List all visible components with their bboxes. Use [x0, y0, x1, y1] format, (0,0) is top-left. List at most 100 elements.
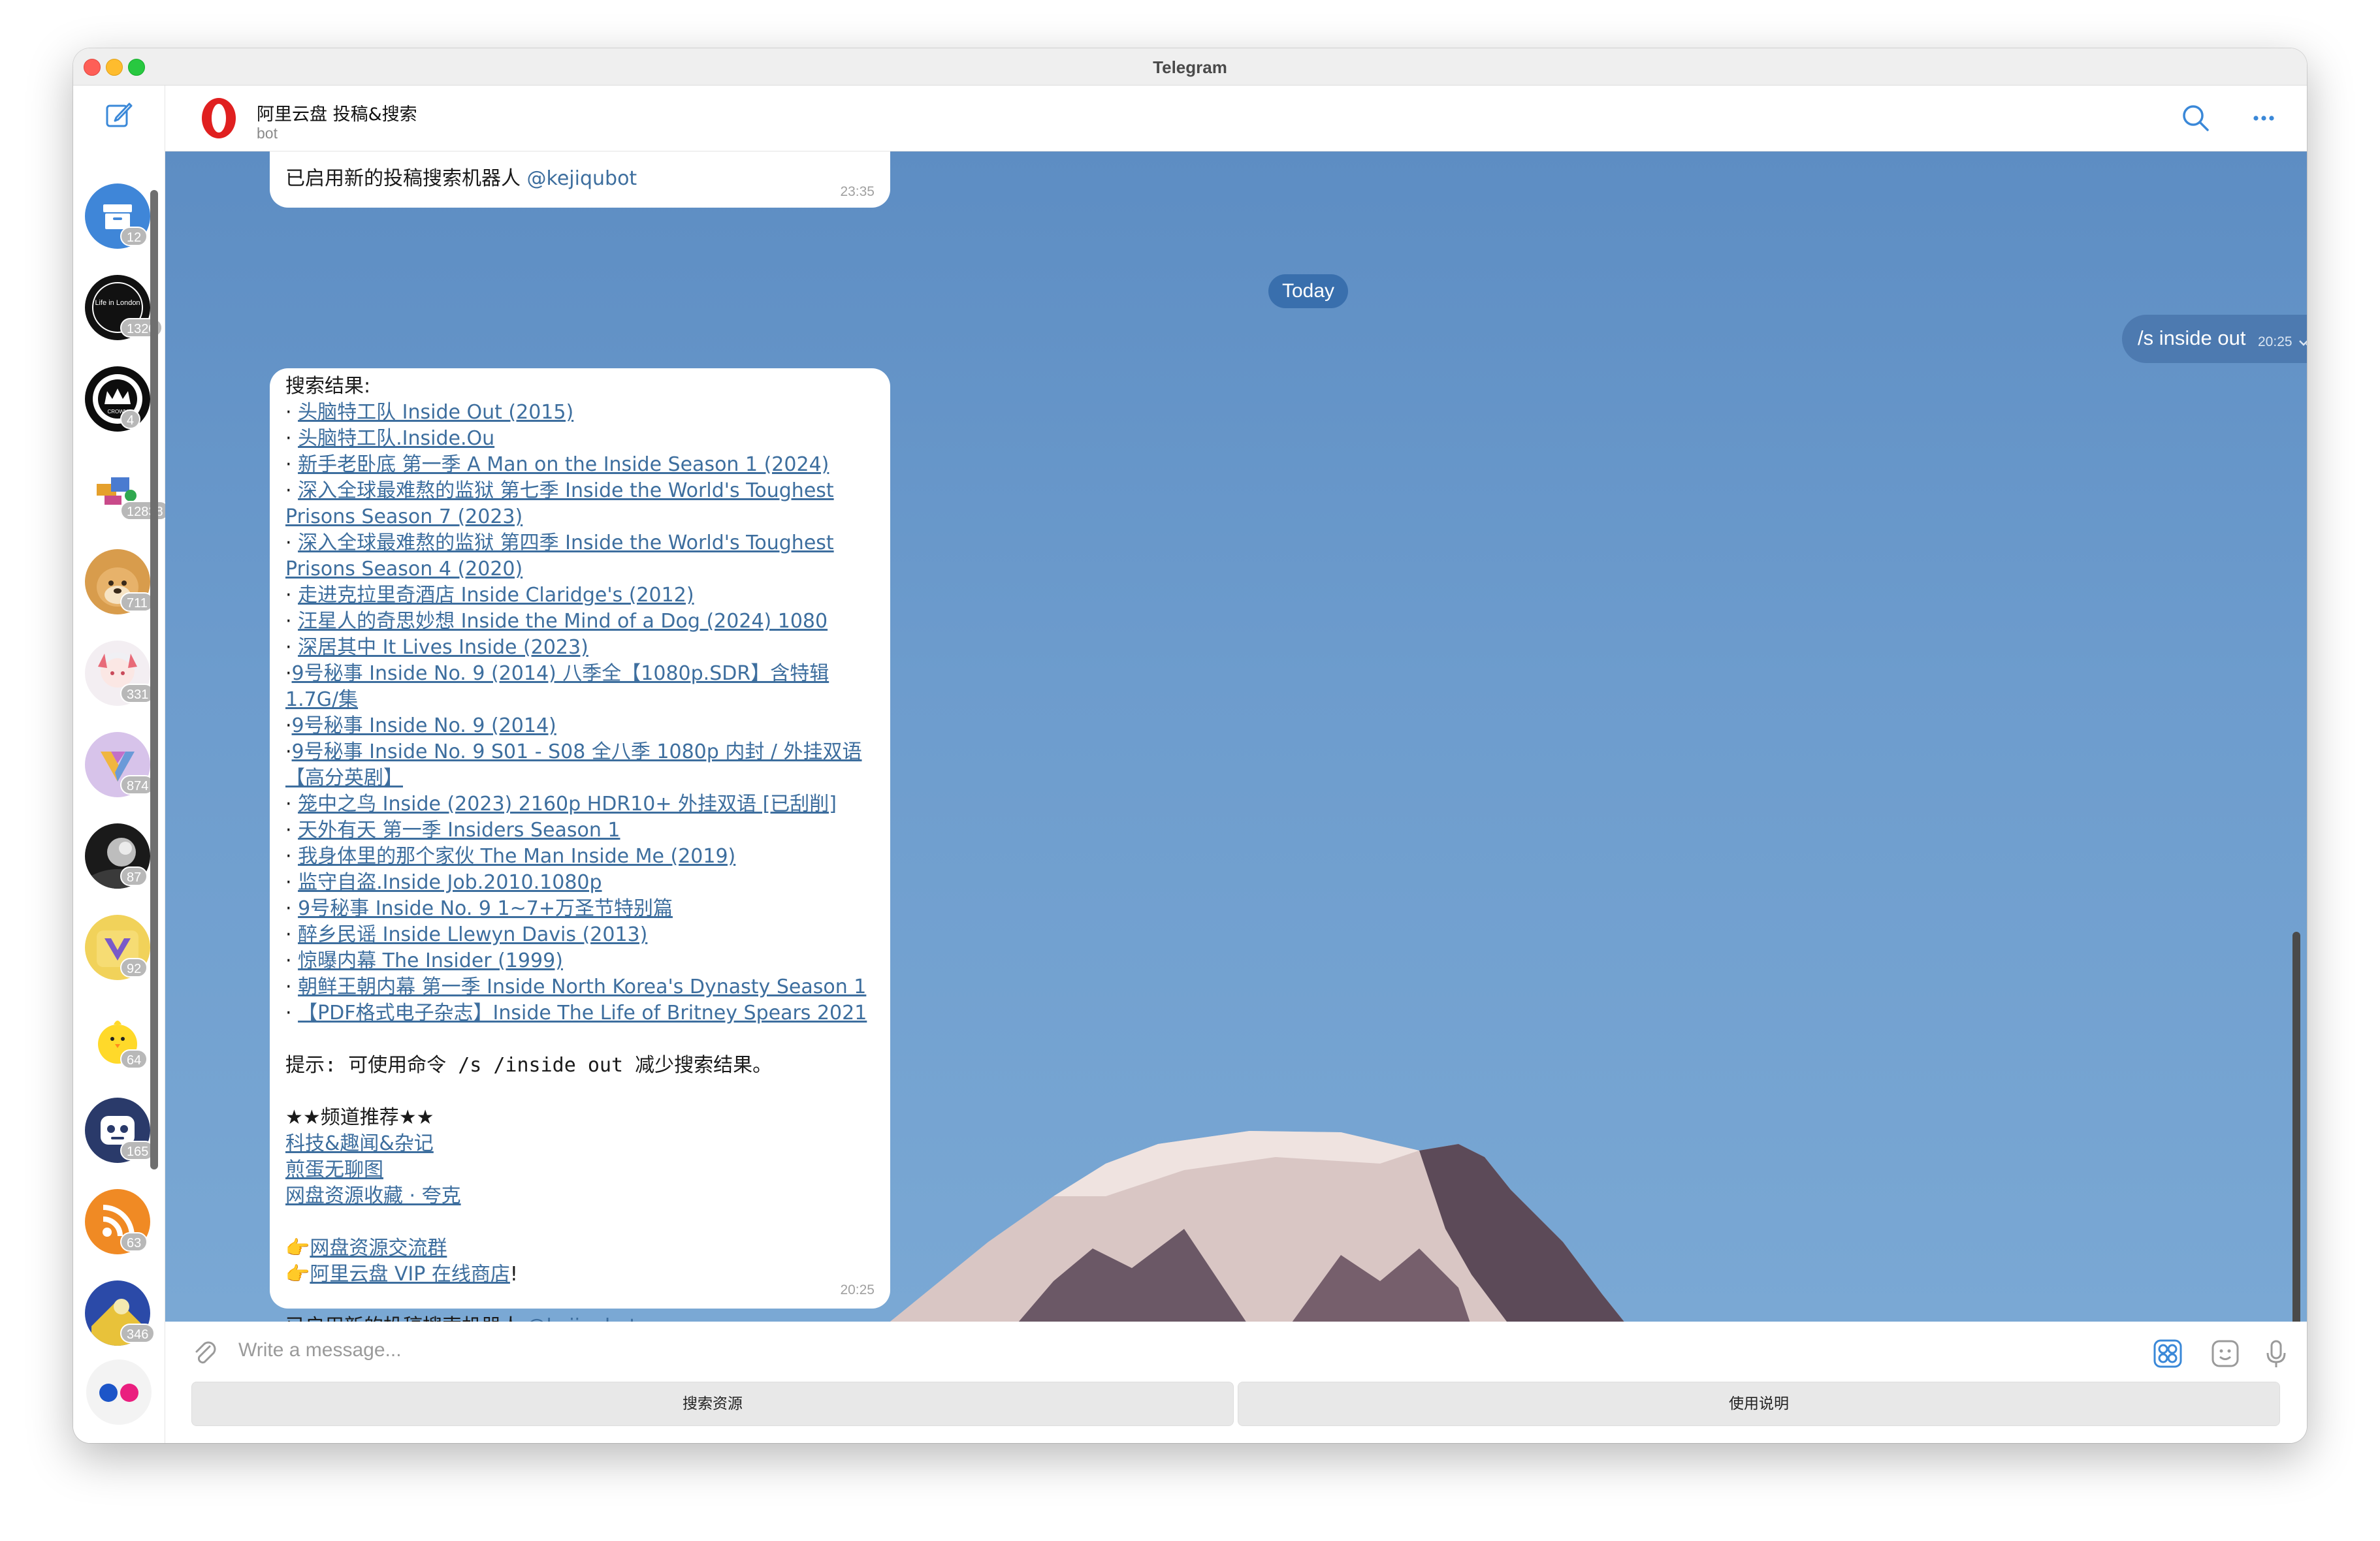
result-link[interactable]: 笼中之鸟 Inside (2023) 2160p HDR10+ 外挂双语 [已刮…	[298, 793, 837, 816]
bullet: ·	[285, 740, 292, 763]
keyboard-button-help[interactable]: 使用说明	[1238, 1382, 2280, 1426]
result-item: · 头脑特工队.Inside.Ou	[285, 426, 867, 452]
result-link[interactable]: 我身体里的那个家伙 The Man Inside Me (2019)	[298, 845, 735, 868]
more-options-icon[interactable]	[2247, 101, 2281, 135]
chat-title[interactable]: 阿里云盘 投稿&搜索	[257, 100, 417, 125]
result-link[interactable]: 9号秘事 Inside No. 9 (2014)	[292, 714, 556, 737]
result-item: · 头脑特工队 Inside Out (2015)	[285, 400, 867, 426]
unread-badge: 4	[120, 409, 141, 429]
chat-sidebar: 12 Life in London 1320 CROWN 4 12838 711…	[73, 86, 170, 1443]
search-results-bubble[interactable]: 搜索结果: · 头脑特工队 Inside Out (2015) · 头脑特工队.I…	[270, 368, 890, 1322]
promo-link[interactable]: 网盘资源交流群	[310, 1237, 447, 1260]
svg-text:Life in London: Life in London	[95, 299, 140, 307]
result-link[interactable]: 深入全球最难熬的监狱 第四季 Inside the World's Toughe…	[298, 532, 834, 554]
channel-link: 科技&趣闻&杂记	[285, 1132, 434, 1155]
result-link[interactable]: 【高分英剧】	[285, 767, 403, 789]
result-item-continuation: 1.7G/集	[285, 687, 867, 713]
chat-header: 阿里云盘 投稿&搜索 bot	[165, 86, 2307, 151]
result-item: · 新手老卧底 第一季 A Man on the Inside Season 1…	[285, 452, 867, 478]
result-link[interactable]: 头脑特工队.Inside.Ou	[298, 427, 494, 450]
result-item-continuation: 【高分英剧】	[285, 765, 867, 791]
bullet: ·	[285, 819, 298, 842]
result-link[interactable]: 汪星人的奇思妙想 Inside the Mind of a Dog (2024)…	[298, 610, 828, 633]
result-link[interactable]: 惊曝内幕 The Insider (1999)	[298, 949, 563, 972]
promo-link[interactable]: 阿里云盘 VIP 在线商店	[310, 1263, 510, 1286]
promo-line: 👉阿里云盘 VIP 在线商店!	[285, 1263, 518, 1286]
bullet: ·	[285, 427, 298, 450]
search-icon[interactable]	[2179, 101, 2213, 135]
double-check-icon	[2299, 340, 2307, 346]
result-item: · 9号秘事 Inside No. 9 1~7+万圣节特别篇	[285, 896, 867, 922]
bot-mention-link[interactable]: @kejiqubot	[527, 167, 637, 190]
result-link[interactable]: 新手老卧底 第一季 A Man on the Inside Season 1 (…	[298, 453, 829, 476]
bot-mention-link[interactable]: @kejiqubot	[527, 1315, 637, 1322]
tip-command[interactable]: /s /inside out	[458, 1054, 623, 1077]
result-item: · 深入全球最难熬的监狱 第七季 Inside the World's Toug…	[285, 478, 867, 504]
date-divider: Today	[1268, 274, 1348, 308]
bullet: ·	[285, 584, 298, 607]
chat-crown-avatar[interactable]: CROWN	[85, 366, 150, 432]
message-time: 23:35	[840, 184, 875, 199]
result-link[interactable]: 监守自盗.Inside Job.2010.1080p	[298, 871, 602, 894]
message-time: 20:25	[840, 1282, 875, 1297]
result-link[interactable]: Prisons Season 4 (2020)	[285, 558, 523, 580]
outgoing-message-bubble[interactable]: /s inside out 20:25	[2122, 315, 2307, 363]
unread-badge: 87	[120, 866, 148, 886]
bullet: ·	[285, 401, 298, 424]
result-item: · 【PDF格式电子杂志】Inside The Life of Britney …	[285, 1000, 867, 1026]
result-link[interactable]: 9号秘事 Inside No. 9 1~7+万圣节特别篇	[298, 897, 673, 920]
unread-badge: 711	[120, 592, 154, 612]
emoji-icon[interactable]	[2209, 1337, 2242, 1370]
unread-badge: 12	[120, 227, 148, 246]
sticker-panel-icon[interactable]	[2151, 1337, 2184, 1370]
result-link[interactable]: Prisons Season 7 (2023)	[285, 505, 523, 528]
compose-icon[interactable]	[105, 101, 133, 129]
unread-badge: 63	[120, 1232, 148, 1252]
bullet: ·	[285, 714, 292, 737]
result-link[interactable]: 天外有天 第一季 Insiders Season 1	[298, 819, 620, 842]
message-bubble[interactable]: 已启用新的投稿搜索机器人 @kejiqubot 23:35	[270, 151, 890, 208]
result-item: ·9号秘事 Inside No. 9 (2014) 八季全【1080p.SDR】…	[285, 661, 867, 687]
unread-badge: 64	[120, 1049, 148, 1069]
result-link[interactable]: 1.7G/集	[285, 688, 358, 711]
bullet: ·	[285, 532, 298, 554]
chat-flickr-avatar[interactable]	[86, 1359, 152, 1425]
search-results-body: 搜索结果: · 头脑特工队 Inside Out (2015) · 头脑特工队.I…	[285, 373, 867, 1322]
attach-icon[interactable]	[189, 1337, 221, 1370]
result-link[interactable]: 走进克拉里奇酒店 Inside Claridge's (2012)	[298, 584, 694, 607]
results-list: · 头脑特工队 Inside Out (2015) · 头脑特工队.Inside.…	[285, 400, 867, 1026]
result-item: · 笼中之鸟 Inside (2023) 2160p HDR10+ 外挂双语 […	[285, 791, 867, 818]
result-link[interactable]: 9号秘事 Inside No. 9 S01 - S08 全八季 1080p 内封…	[292, 740, 862, 763]
sidebar-scrollbar[interactable]	[150, 190, 158, 1169]
message-area[interactable]: 已启用新的投稿搜索机器人 @kejiqubot 23:35 Today /s i…	[165, 151, 2307, 1322]
chat-status: bot	[257, 125, 278, 142]
result-link[interactable]: 9号秘事 Inside No. 9 (2014) 八季全【1080p.SDR】含…	[292, 662, 829, 685]
bullet: ·	[285, 636, 298, 659]
channel-heading: ★★频道推荐★★	[285, 1106, 434, 1129]
result-item: · 醉乡民谣 Inside Llewyn Davis (2013)	[285, 922, 867, 948]
result-link[interactable]: 头脑特工队 Inside Out (2015)	[298, 401, 573, 424]
unread-badge: 92	[120, 958, 148, 977]
bullet: ·	[285, 845, 298, 868]
unread-badge: 12838	[120, 501, 170, 520]
result-link[interactable]: 深居其中 It Lives Inside (2023)	[298, 636, 588, 659]
result-link[interactable]: 【PDF格式电子杂志】Inside The Life of Britney Sp…	[298, 1002, 867, 1025]
results-heading: 搜索结果:	[285, 375, 371, 398]
keyboard-button-search[interactable]: 搜索资源	[191, 1382, 1234, 1426]
message-input[interactable]	[237, 1328, 1219, 1373]
result-link[interactable]: 深入全球最难熬的监狱 第七季 Inside the World's Toughe…	[298, 479, 834, 502]
promo-line: 👉网盘资源交流群	[285, 1235, 867, 1262]
bullet: ·	[285, 662, 292, 685]
result-item: · 天外有天 第一季 Insiders Season 1	[285, 818, 867, 844]
opera-logo-icon[interactable]	[195, 95, 242, 142]
microphone-icon[interactable]	[2260, 1337, 2292, 1370]
result-link[interactable]: 朝鲜王朝内幕 第一季 Inside North Korea's Dynasty …	[298, 976, 866, 998]
result-item: · 深居其中 It Lives Inside (2023)	[285, 635, 867, 661]
pointing-hand-icon: 👉	[285, 1263, 310, 1286]
message-scrollbar[interactable]	[2292, 932, 2300, 1322]
result-item: · 朝鲜王朝内幕 第一季 Inside North Korea's Dynast…	[285, 974, 867, 1000]
blue-dot-icon	[99, 1384, 118, 1402]
result-link[interactable]: 醉乡民谣 Inside Llewyn Davis (2013)	[298, 923, 647, 946]
result-item: · 深入全球最难熬的监狱 第四季 Inside the World's Toug…	[285, 530, 867, 556]
